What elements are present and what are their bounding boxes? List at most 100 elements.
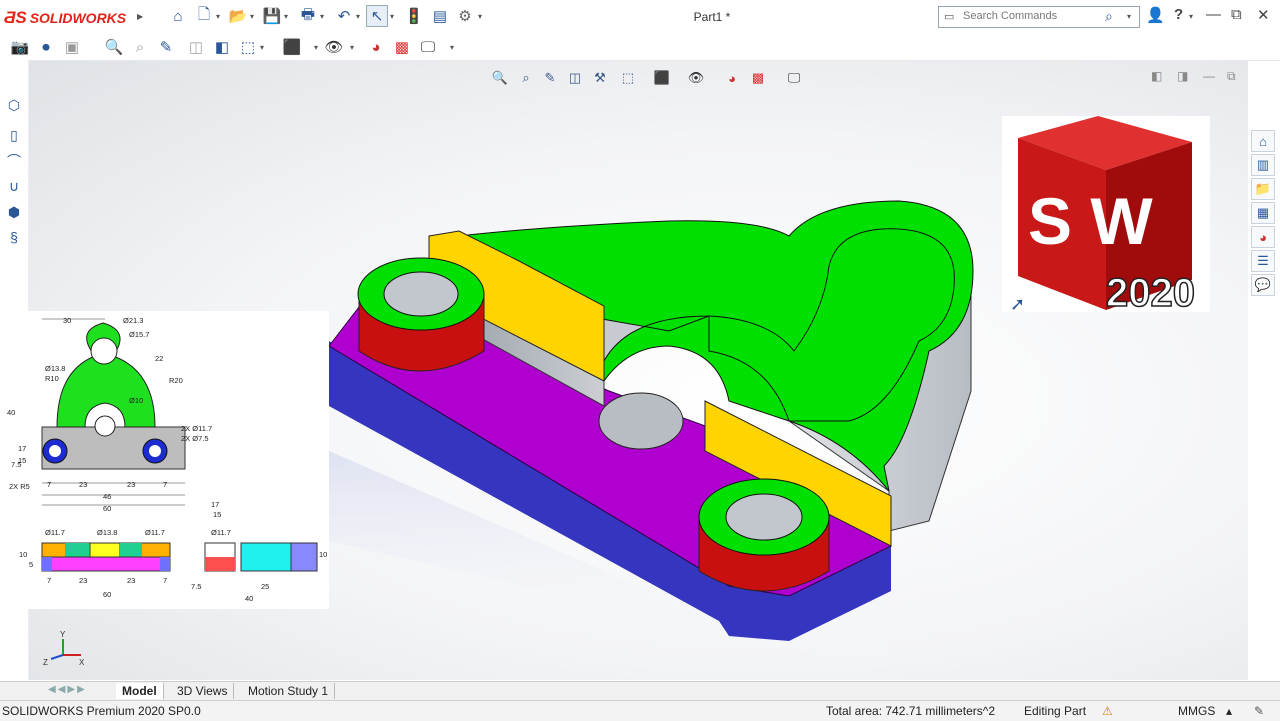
tab-scroll-arrows-icon[interactable]: ◀◀▶▶	[48, 684, 87, 695]
unit-dropdown-icon[interactable]: ▴	[1226, 704, 1232, 718]
home-icon[interactable]: ⌂	[168, 6, 188, 26]
helix-icon[interactable]: §	[5, 228, 23, 246]
user-account-icon[interactable]: 👤	[1146, 6, 1165, 24]
view-orientation-icon[interactable]: ⬚	[238, 37, 258, 57]
drawing-dimension-label: 40	[7, 408, 15, 417]
extrude-icon[interactable]: ▯	[5, 126, 23, 144]
tab-3d-views[interactable]: 3D Views	[171, 683, 235, 699]
scene-icon[interactable]: ▩	[392, 37, 412, 57]
menu-expand-icon[interactable]: ▶	[137, 12, 143, 21]
product-version: SOLIDWORKS Premium 2020 SP0.0	[2, 704, 201, 718]
select-dropdown-icon[interactable]: ▾	[390, 12, 394, 21]
tooltip-toggle-icon[interactable]: ✎	[1254, 704, 1264, 718]
appearance-icon[interactable]: ◕	[366, 37, 386, 57]
hide-show-dropdown-icon[interactable]: ▾	[350, 43, 354, 52]
status-bar: SOLIDWORKS Premium 2020 SP0.0 Total area…	[0, 700, 1280, 721]
drawing-dimension-label: 30	[63, 316, 71, 325]
dynamic-annotation-icon[interactable]: ◧	[212, 37, 232, 57]
search-icon[interactable]: ⌕	[1105, 8, 1113, 25]
print-icon[interactable]: 🖶	[298, 6, 318, 26]
search-input[interactable]: Search Commands	[963, 10, 1057, 22]
drawing-dimension-label: 10	[319, 550, 327, 559]
display-style-icon[interactable]: ⬛	[282, 37, 302, 57]
feature-manager-icon[interactable]: ⬡	[5, 96, 23, 114]
new-dropdown-icon[interactable]: ▾	[216, 12, 220, 21]
select-arrow-icon[interactable]: ↖	[366, 5, 388, 27]
help-icon[interactable]: ?	[1174, 6, 1183, 23]
camera-icon[interactable]: 📷	[10, 37, 30, 57]
rebuild-warning-icon[interactable]: ⚠	[1102, 704, 1113, 718]
help-dropdown-icon[interactable]: ▾	[1189, 12, 1193, 21]
custom-properties-icon[interactable]: ☰	[1251, 250, 1275, 272]
drawing-dimension-label: 23	[79, 480, 87, 489]
options-gear-icon[interactable]: ⚙	[455, 6, 475, 26]
shell-icon[interactable]: ⬢	[5, 203, 23, 221]
drawing-dimension-label: 23	[127, 480, 135, 489]
unit-system[interactable]: MMGS	[1178, 704, 1215, 718]
solidworks-logo[interactable]: ƋS SOLIDWORKS	[4, 8, 126, 28]
minimize-button[interactable]: —	[1206, 6, 1221, 23]
total-area-readout: Total area: 742.71 millimeters^2	[826, 704, 996, 718]
drawing-dimension-label: Ø11.7	[45, 528, 65, 537]
resources-home-icon[interactable]: ⌂	[1251, 130, 1275, 152]
options-dropdown-icon[interactable]: ▾	[478, 12, 482, 21]
zoom-to-fit-icon[interactable]: 🔍	[104, 37, 124, 57]
drawing-dimension-label: 23	[79, 576, 87, 585]
search-commands-box[interactable]: ▭ Search Commands ⌕ ▾	[938, 6, 1140, 28]
drawing-dimension-label: 2X Ø11.7	[181, 424, 212, 433]
design-library-icon[interactable]: ▥	[1251, 154, 1275, 176]
open-dropdown-icon[interactable]: ▾	[250, 12, 254, 21]
logo-year: 2020	[1106, 271, 1195, 312]
drawing-dimension-label: 7	[163, 576, 167, 585]
zoom-to-area-icon[interactable]: ⌕	[130, 37, 150, 57]
view-orientation-dropdown-icon[interactable]: ▾	[260, 43, 264, 52]
drawing-dimension-label: 40	[245, 594, 253, 603]
sketch-icon[interactable]: ⌒	[5, 152, 23, 170]
solidworks-2020-logo: S W 2020 ➚	[1002, 116, 1210, 316]
triad-y-label: Y	[60, 630, 66, 639]
appearances-icon[interactable]: ◕	[1251, 226, 1275, 248]
drawing-dimension-label: 60	[103, 504, 111, 513]
undo-dropdown-icon[interactable]: ▾	[356, 12, 360, 21]
drawing-dimension-label: Ø15.7	[129, 330, 149, 339]
close-button[interactable]: ✕	[1257, 6, 1270, 24]
undo-icon[interactable]: ↶	[334, 6, 354, 26]
new-document-icon[interactable]: 🗋	[194, 6, 214, 26]
drawing-dimension-label: 22	[155, 354, 163, 363]
print-dropdown-icon[interactable]: ▾	[320, 12, 324, 21]
heads-up-command-bar: 📷 ⏺ ▣ 🔍 ⌕ ✎ ◫ ◧ ⬚ ▾ ⬛ ▾ 👁 ▾ ◕ ▩ 🖵 ▾	[0, 34, 1280, 61]
screen-capture-icon[interactable]: ▣	[62, 37, 82, 57]
title-bar: ƋS SOLIDWORKS ▶ ⌂ 🗋 ▾ 📂 ▾ 💾 ▾ 🖶 ▾ ↶ ▾ ↖ …	[0, 0, 1280, 35]
shortcut-arrow-icon: ➚	[1010, 294, 1025, 312]
view-settings-icon[interactable]: 🖵	[418, 37, 438, 57]
task-pane-tabs: ⌂ ▥ 📁 ▦ ◕ ☰ 💬	[1249, 130, 1277, 300]
open-icon[interactable]: 📂	[228, 6, 248, 26]
tab-model[interactable]: Model	[116, 683, 164, 699]
section-view-icon[interactable]: ◫	[186, 37, 206, 57]
hide-show-icon[interactable]: 👁	[324, 37, 344, 57]
document-title: Part1 *	[693, 10, 731, 24]
drawing-dimension-label: 60	[103, 590, 111, 599]
save-dropdown-icon[interactable]: ▾	[284, 12, 288, 21]
sw-cube-logo: S W 2020 ➚	[1006, 116, 1196, 316]
file-properties-icon[interactable]: ▤	[430, 6, 450, 26]
display-style-dropdown-icon[interactable]: ▾	[314, 43, 318, 52]
drawing-dimension-label: 25	[261, 582, 269, 591]
logo-letters: S W	[1028, 184, 1153, 258]
view-settings-dropdown-icon[interactable]: ▾	[450, 43, 454, 52]
triad-z-label: Z	[43, 658, 48, 667]
curve-icon[interactable]: ∪	[5, 177, 23, 195]
search-dropdown-icon[interactable]: ▾	[1127, 12, 1131, 21]
reference-drawing: 30 Ø21.3 Ø15.7 22 R20 Ø13.8 R10 Ø10 2X Ø11.7 2X Ø…	[5, 311, 329, 609]
view-palette-icon[interactable]: ▦	[1251, 202, 1275, 224]
forum-icon[interactable]: 💬	[1251, 274, 1275, 296]
record-icon[interactable]: ⏺	[36, 37, 56, 57]
previous-view-icon[interactable]: ✎	[156, 37, 176, 57]
tab-motion-study-1[interactable]: Motion Study 1	[242, 683, 336, 699]
restore-button[interactable]: ⧉	[1231, 6, 1242, 23]
search-scope-icon[interactable]: ▭	[944, 10, 954, 23]
file-explorer-icon[interactable]: 📁	[1251, 178, 1275, 200]
rebuild-icon[interactable]: 🚦	[404, 6, 424, 26]
drawing-dimension-label: 15	[213, 510, 221, 519]
save-icon[interactable]: 💾	[262, 6, 282, 26]
